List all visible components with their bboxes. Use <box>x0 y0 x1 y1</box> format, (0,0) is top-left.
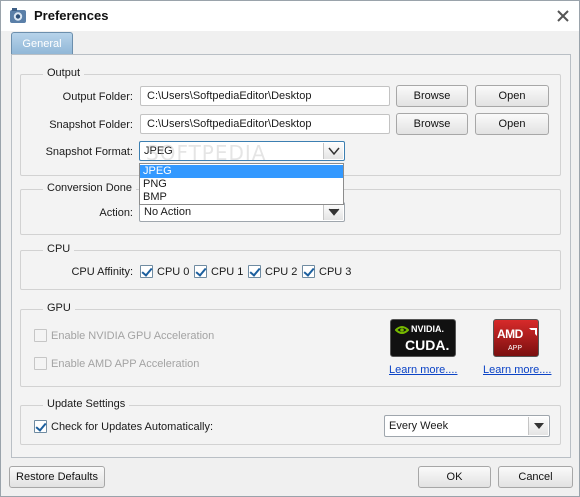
option-bmp[interactable]: BMP <box>140 191 343 204</box>
gpu-group-title: GPU <box>43 302 75 314</box>
output-folder-label: Output Folder: <box>62 91 133 103</box>
amd-arrow-icon <box>529 328 537 336</box>
cpu-0-checkbox[interactable] <box>140 265 153 278</box>
option-jpeg[interactable]: JPEG <box>140 165 343 178</box>
cuda-logo-text: CUDA. <box>405 337 450 353</box>
ok-button[interactable]: OK <box>418 466 491 488</box>
cpu-3-label: CPU 3 <box>319 266 352 278</box>
action-select[interactable]: No Action <box>139 202 345 222</box>
amd-acceleration-checkbox[interactable] <box>34 357 47 370</box>
close-icon[interactable] <box>552 6 574 26</box>
amd-acceleration-label: Enable AMD APP Acceleration <box>51 358 200 370</box>
snapshot-format-label: Snapshot Format: <box>45 146 133 158</box>
snapshot-browse-button[interactable]: Browse <box>396 113 468 135</box>
amd-logo-text: AMD <box>497 327 523 341</box>
chevron-down-icon <box>328 147 340 156</box>
cpu-3-checkbox[interactable] <box>302 265 315 278</box>
update-settings-group-title: Update Settings <box>43 398 130 410</box>
nvidia-logo-text: NVIDIA. <box>411 324 445 334</box>
cpu-2-label: CPU 2 <box>265 266 298 278</box>
auto-update-checkbox[interactable] <box>34 420 47 433</box>
chevron-down-icon <box>534 423 544 429</box>
tab-general[interactable]: General <box>11 32 73 55</box>
cancel-button[interactable]: Cancel <box>498 466 573 488</box>
snapshot-folder-label: Snapshot Folder: <box>49 119 133 131</box>
action-dropdown-button[interactable] <box>323 204 343 220</box>
amd-learn-more-link[interactable]: Learn more.... <box>483 364 551 376</box>
restore-defaults-button[interactable]: Restore Defaults <box>9 466 105 488</box>
action-value: No Action <box>144 206 192 218</box>
snapshot-open-button[interactable]: Open <box>475 113 549 135</box>
gpu-group: GPU <box>20 302 561 387</box>
update-frequency-dropdown-button[interactable] <box>528 417 548 435</box>
snapshot-format-options-list: JPEG PNG BMP <box>139 163 344 205</box>
snapshot-folder-field[interactable]: C:\Users\SoftpediaEditor\Desktop <box>140 114 390 134</box>
cpu-2-checkbox[interactable] <box>248 265 261 278</box>
nvidia-acceleration-label: Enable NVIDIA GPU Acceleration <box>51 330 215 342</box>
cpu-group-title: CPU <box>43 243 75 255</box>
conversion-done-group-title: Conversion Done <box>43 182 136 194</box>
chevron-down-icon <box>328 208 340 216</box>
cpu-1-label: CPU 1 <box>211 266 244 278</box>
update-frequency-value: Every Week <box>389 420 449 432</box>
window-title: Preferences <box>34 8 109 23</box>
cpu-affinity-label: CPU Affinity: <box>71 266 133 278</box>
app-icon <box>10 8 26 23</box>
cpu-1-checkbox[interactable] <box>194 265 207 278</box>
nvidia-acceleration-checkbox[interactable] <box>34 329 47 342</box>
update-frequency-select[interactable]: Every Week <box>384 415 550 437</box>
option-png[interactable]: PNG <box>140 178 343 191</box>
general-panel: Output Output Folder: C:\Users\Softpedia… <box>11 54 571 458</box>
auto-update-label: Check for Updates Automatically: <box>51 421 214 433</box>
title-bar: Preferences <box>1 1 579 31</box>
nvidia-cuda-logo: NVIDIA. CUDA. <box>390 319 456 357</box>
softpedia-watermark: SOFTPEDIA <box>146 141 267 165</box>
cpu-0-label: CPU 0 <box>157 266 190 278</box>
output-group-title: Output <box>43 67 85 79</box>
output-browse-button[interactable]: Browse <box>396 85 468 107</box>
action-label: Action: <box>99 207 133 219</box>
snapshot-format-dropdown-button[interactable] <box>323 143 343 159</box>
output-open-button[interactable]: Open <box>475 85 549 107</box>
amd-app-text: APP <box>508 345 523 352</box>
output-folder-field[interactable]: C:\Users\SoftpediaEditor\Desktop <box>140 86 390 106</box>
nvidia-eye-icon <box>395 326 409 334</box>
nvidia-learn-more-link[interactable]: Learn more.... <box>389 364 457 376</box>
preferences-window: Preferences General Output Output Folder… <box>0 0 580 497</box>
amd-app-logo: AMD APP <box>493 319 539 357</box>
